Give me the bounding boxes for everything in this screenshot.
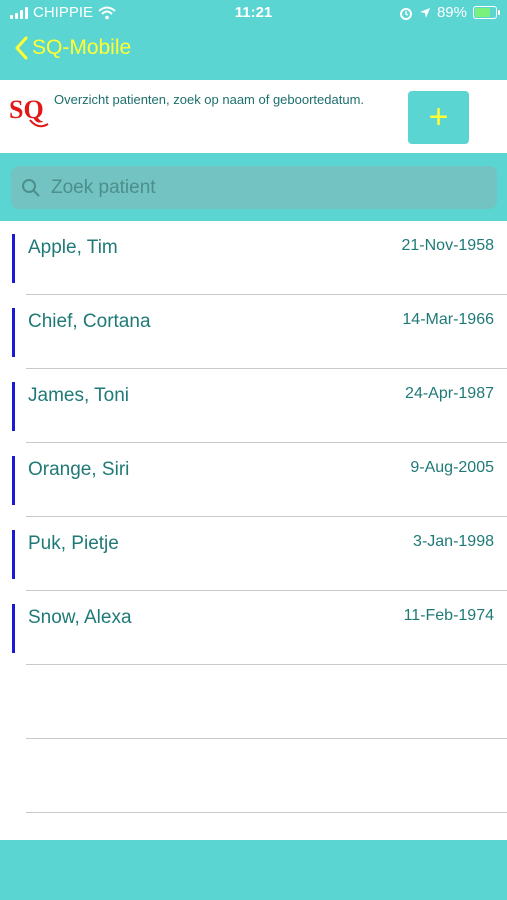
patient-list: Apple, Tim 21-Nov-1958 Chief, Cortana 14… <box>0 221 507 840</box>
bottom-bar <box>0 840 507 900</box>
row-marker <box>12 308 15 357</box>
row-marker <box>12 604 15 653</box>
status-right: 89% <box>399 4 500 21</box>
patient-name: Puk, Pietje <box>28 533 119 554</box>
search-icon <box>22 178 40 197</box>
patient-dob: 21-Nov-1958 <box>401 237 495 254</box>
add-patient-button[interactable]: + <box>408 91 469 144</box>
patient-name: James, Toni <box>28 385 130 406</box>
patient-row[interactable]: Snow, Alexa 11-Feb-1974 <box>0 591 507 665</box>
patient-dob: 24-Apr-1987 <box>405 385 494 402</box>
patient-name: Snow, Alexa <box>28 607 132 628</box>
status-bar: CHIPPIE 11:21 89% <box>0 0 507 28</box>
row-divider <box>26 812 507 813</box>
search-bar <box>0 153 507 221</box>
patient-dob: 3-Jan-1998 <box>413 533 494 550</box>
patient-row[interactable]: Orange, Siri 9-Aug-2005 <box>0 443 507 517</box>
patient-row[interactable]: Chief, Cortana 14-Mar-1966 <box>0 295 507 369</box>
row-marker <box>12 530 15 579</box>
patient-dob: 14-Mar-1966 <box>402 311 494 328</box>
battery-percentage: 89% <box>436 4 467 21</box>
header-description: Overzicht patienten, zoek op naam of geb… <box>54 92 365 107</box>
logo-text: SQ <box>9 95 44 124</box>
patient-name: Apple, Tim <box>28 237 118 258</box>
search-box[interactable] <box>11 166 497 209</box>
battery-icon <box>473 6 500 19</box>
patient-row[interactable]: Puk, Pietje 3-Jan-1998 <box>0 517 507 591</box>
patient-dob: 9-Aug-2005 <box>410 459 494 476</box>
patient-name: Chief, Cortana <box>28 311 151 332</box>
navigation-bar: SQ-Mobile <box>0 28 507 80</box>
chevron-left-icon <box>15 36 28 60</box>
patient-dob: 11-Feb-1974 <box>403 607 494 624</box>
sq-logo: SQ <box>9 95 49 128</box>
alarm-icon <box>399 7 412 20</box>
patient-row[interactable]: James, Toni 24-Apr-1987 <box>0 369 507 443</box>
header-card: SQ Overzicht patienten, zoek op naam of … <box>0 80 507 153</box>
back-button[interactable]: SQ-Mobile <box>14 36 131 60</box>
search-input[interactable] <box>49 175 473 200</box>
empty-row <box>0 665 507 739</box>
row-marker <box>12 456 15 505</box>
row-marker <box>12 382 15 431</box>
patient-row[interactable]: Apple, Tim 21-Nov-1958 <box>0 221 507 295</box>
row-marker <box>12 234 15 283</box>
empty-row <box>0 739 507 813</box>
back-button-label: SQ-Mobile <box>32 36 132 59</box>
patient-name: Orange, Siri <box>28 459 130 480</box>
location-icon <box>419 7 430 18</box>
